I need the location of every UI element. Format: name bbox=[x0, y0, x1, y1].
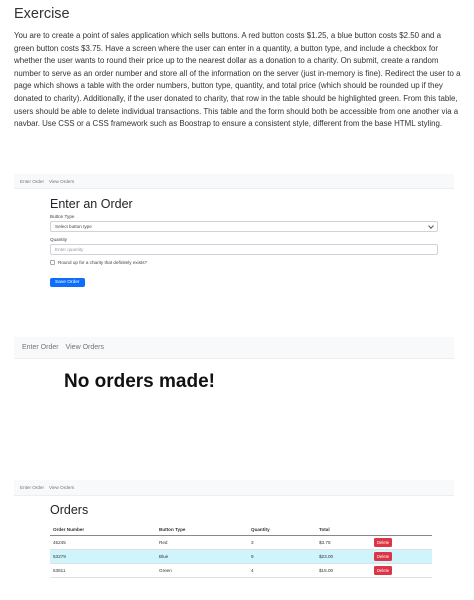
actions-cell: Delete bbox=[371, 535, 432, 550]
nav-view-orders[interactable]: View Orders bbox=[49, 485, 74, 490]
orders-heading: Orders bbox=[50, 503, 89, 517]
charity-checkbox[interactable] bbox=[50, 260, 55, 265]
table-row: 53811 Green 4 $15.00 Delete bbox=[50, 563, 432, 578]
order-number-cell: 53279 bbox=[50, 549, 156, 564]
actions-cell: Delete bbox=[371, 549, 432, 564]
nav-enter-order[interactable]: Enter Order bbox=[22, 344, 59, 351]
button-type-label: Button Type bbox=[50, 214, 75, 219]
navbar-form-page: Enter Order View Orders bbox=[14, 174, 454, 189]
quantity-cell: 3 bbox=[248, 535, 316, 550]
button-type-cell: Red bbox=[156, 535, 248, 550]
total-cell: $15.00 bbox=[316, 563, 371, 578]
table-header-row: Order Number Button Type Quantity Total bbox=[50, 524, 432, 536]
button-type-select[interactable]: Select button type bbox=[50, 221, 438, 232]
no-orders-message: No orders made! bbox=[64, 371, 215, 392]
column-header-quantity: Quantity bbox=[248, 524, 316, 536]
nav-enter-order[interactable]: Enter Order bbox=[20, 179, 44, 184]
nav-enter-order[interactable]: Enter Order bbox=[20, 485, 44, 490]
chevron-down-icon bbox=[428, 222, 434, 229]
delete-button[interactable]: Delete bbox=[374, 565, 393, 575]
delete-button[interactable]: Delete bbox=[374, 551, 393, 561]
navbar-empty-orders-page: Enter Order View Orders bbox=[14, 337, 454, 359]
charity-label: Round up for a charity that definitely e… bbox=[58, 260, 148, 265]
navbar-orders-page: Enter Order View Orders bbox=[14, 480, 454, 496]
column-header-button-type: Button Type bbox=[156, 524, 248, 536]
save-order-button[interactable]: Save Order bbox=[50, 278, 85, 287]
button-type-cell: Blue bbox=[156, 549, 248, 564]
quantity-input[interactable]: Enter quantity bbox=[50, 244, 438, 255]
charity-checkbox-row: Round up for a charity that definitely e… bbox=[50, 260, 438, 265]
delete-button[interactable]: Delete bbox=[374, 537, 393, 547]
orders-table: Order Number Button Type Quantity Total … bbox=[50, 524, 432, 578]
column-header-total: Total bbox=[316, 524, 371, 536]
exercise-section: Exercise You are to create a point of sa… bbox=[14, 6, 462, 131]
table-row: 45245 Red 3 $3.75 Delete bbox=[50, 535, 432, 550]
total-cell: $3.75 bbox=[316, 535, 371, 550]
column-header-order-number: Order Number bbox=[50, 524, 156, 536]
quantity-label: Quantity bbox=[50, 237, 68, 242]
button-type-selected: Select button type bbox=[55, 224, 92, 229]
order-form-heading: Enter an Order bbox=[50, 197, 133, 211]
total-cell: $23.00 bbox=[316, 549, 371, 564]
quantity-cell: 4 bbox=[248, 563, 316, 578]
column-header-actions bbox=[371, 524, 432, 536]
quantity-cell: 9 bbox=[248, 549, 316, 564]
order-form: Enter an Order Button Type Select button… bbox=[50, 197, 438, 288]
table-row: 53279 Blue 9 $23.00 Delete bbox=[50, 549, 432, 564]
button-type-cell: Green bbox=[156, 563, 248, 578]
actions-cell: Delete bbox=[371, 563, 432, 578]
order-number-cell: 53811 bbox=[50, 563, 156, 578]
exercise-text: You are to create a point of sales appli… bbox=[14, 31, 461, 129]
nav-view-orders[interactable]: View Orders bbox=[49, 179, 74, 184]
nav-view-orders[interactable]: View Orders bbox=[66, 344, 104, 351]
order-number-cell: 45245 bbox=[50, 535, 156, 550]
exercise-title: Exercise bbox=[14, 6, 70, 22]
